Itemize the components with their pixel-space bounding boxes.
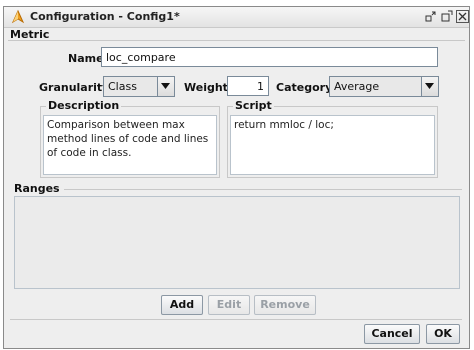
close-icon[interactable] <box>456 10 469 23</box>
description-textarea[interactable]: Comparison between max method lines of c… <box>43 115 217 175</box>
title-bar[interactable]: Configuration - Config1* <box>4 7 469 28</box>
chevron-down-icon <box>425 83 434 89</box>
maximize-icon[interactable] <box>440 10 453 23</box>
granularity-select[interactable]: Class <box>103 76 175 97</box>
script-textarea[interactable]: return mmloc / loc; <box>230 115 435 175</box>
ranges-label: Ranges <box>14 182 60 195</box>
chevron-down-icon <box>161 83 170 89</box>
granularity-value: Class <box>108 80 137 93</box>
category-label: Category: <box>276 81 337 94</box>
edit-range-button[interactable]: Edit <box>208 295 250 315</box>
weight-label: Weight: <box>184 81 233 94</box>
configuration-dialog: Configuration - Config1* Metric Name: Gr… <box>3 6 470 349</box>
category-select[interactable]: Average <box>329 76 439 97</box>
window-title: Configuration - Config1* <box>30 10 180 23</box>
description-panel: Description Comparison between max metho… <box>40 99 220 178</box>
ranges-divider <box>64 189 462 190</box>
category-value: Average <box>334 80 380 93</box>
granularity-dropdown-button[interactable] <box>157 77 174 96</box>
description-title: Description <box>46 99 122 112</box>
weight-input[interactable] <box>227 76 269 96</box>
remove-range-button[interactable]: Remove <box>254 295 316 315</box>
footer-divider <box>10 319 462 320</box>
minimize-icon[interactable] <box>424 10 437 23</box>
script-panel: Script return mmloc / loc; <box>227 99 438 178</box>
add-range-button[interactable]: Add <box>161 295 203 315</box>
category-dropdown-button[interactable] <box>421 77 438 96</box>
ranges-list[interactable] <box>14 196 460 289</box>
compass-icon <box>11 9 25 24</box>
cancel-button[interactable]: Cancel <box>364 324 420 344</box>
script-title: Script <box>233 99 274 112</box>
ok-button[interactable]: OK <box>426 324 460 344</box>
name-input[interactable] <box>101 47 438 67</box>
